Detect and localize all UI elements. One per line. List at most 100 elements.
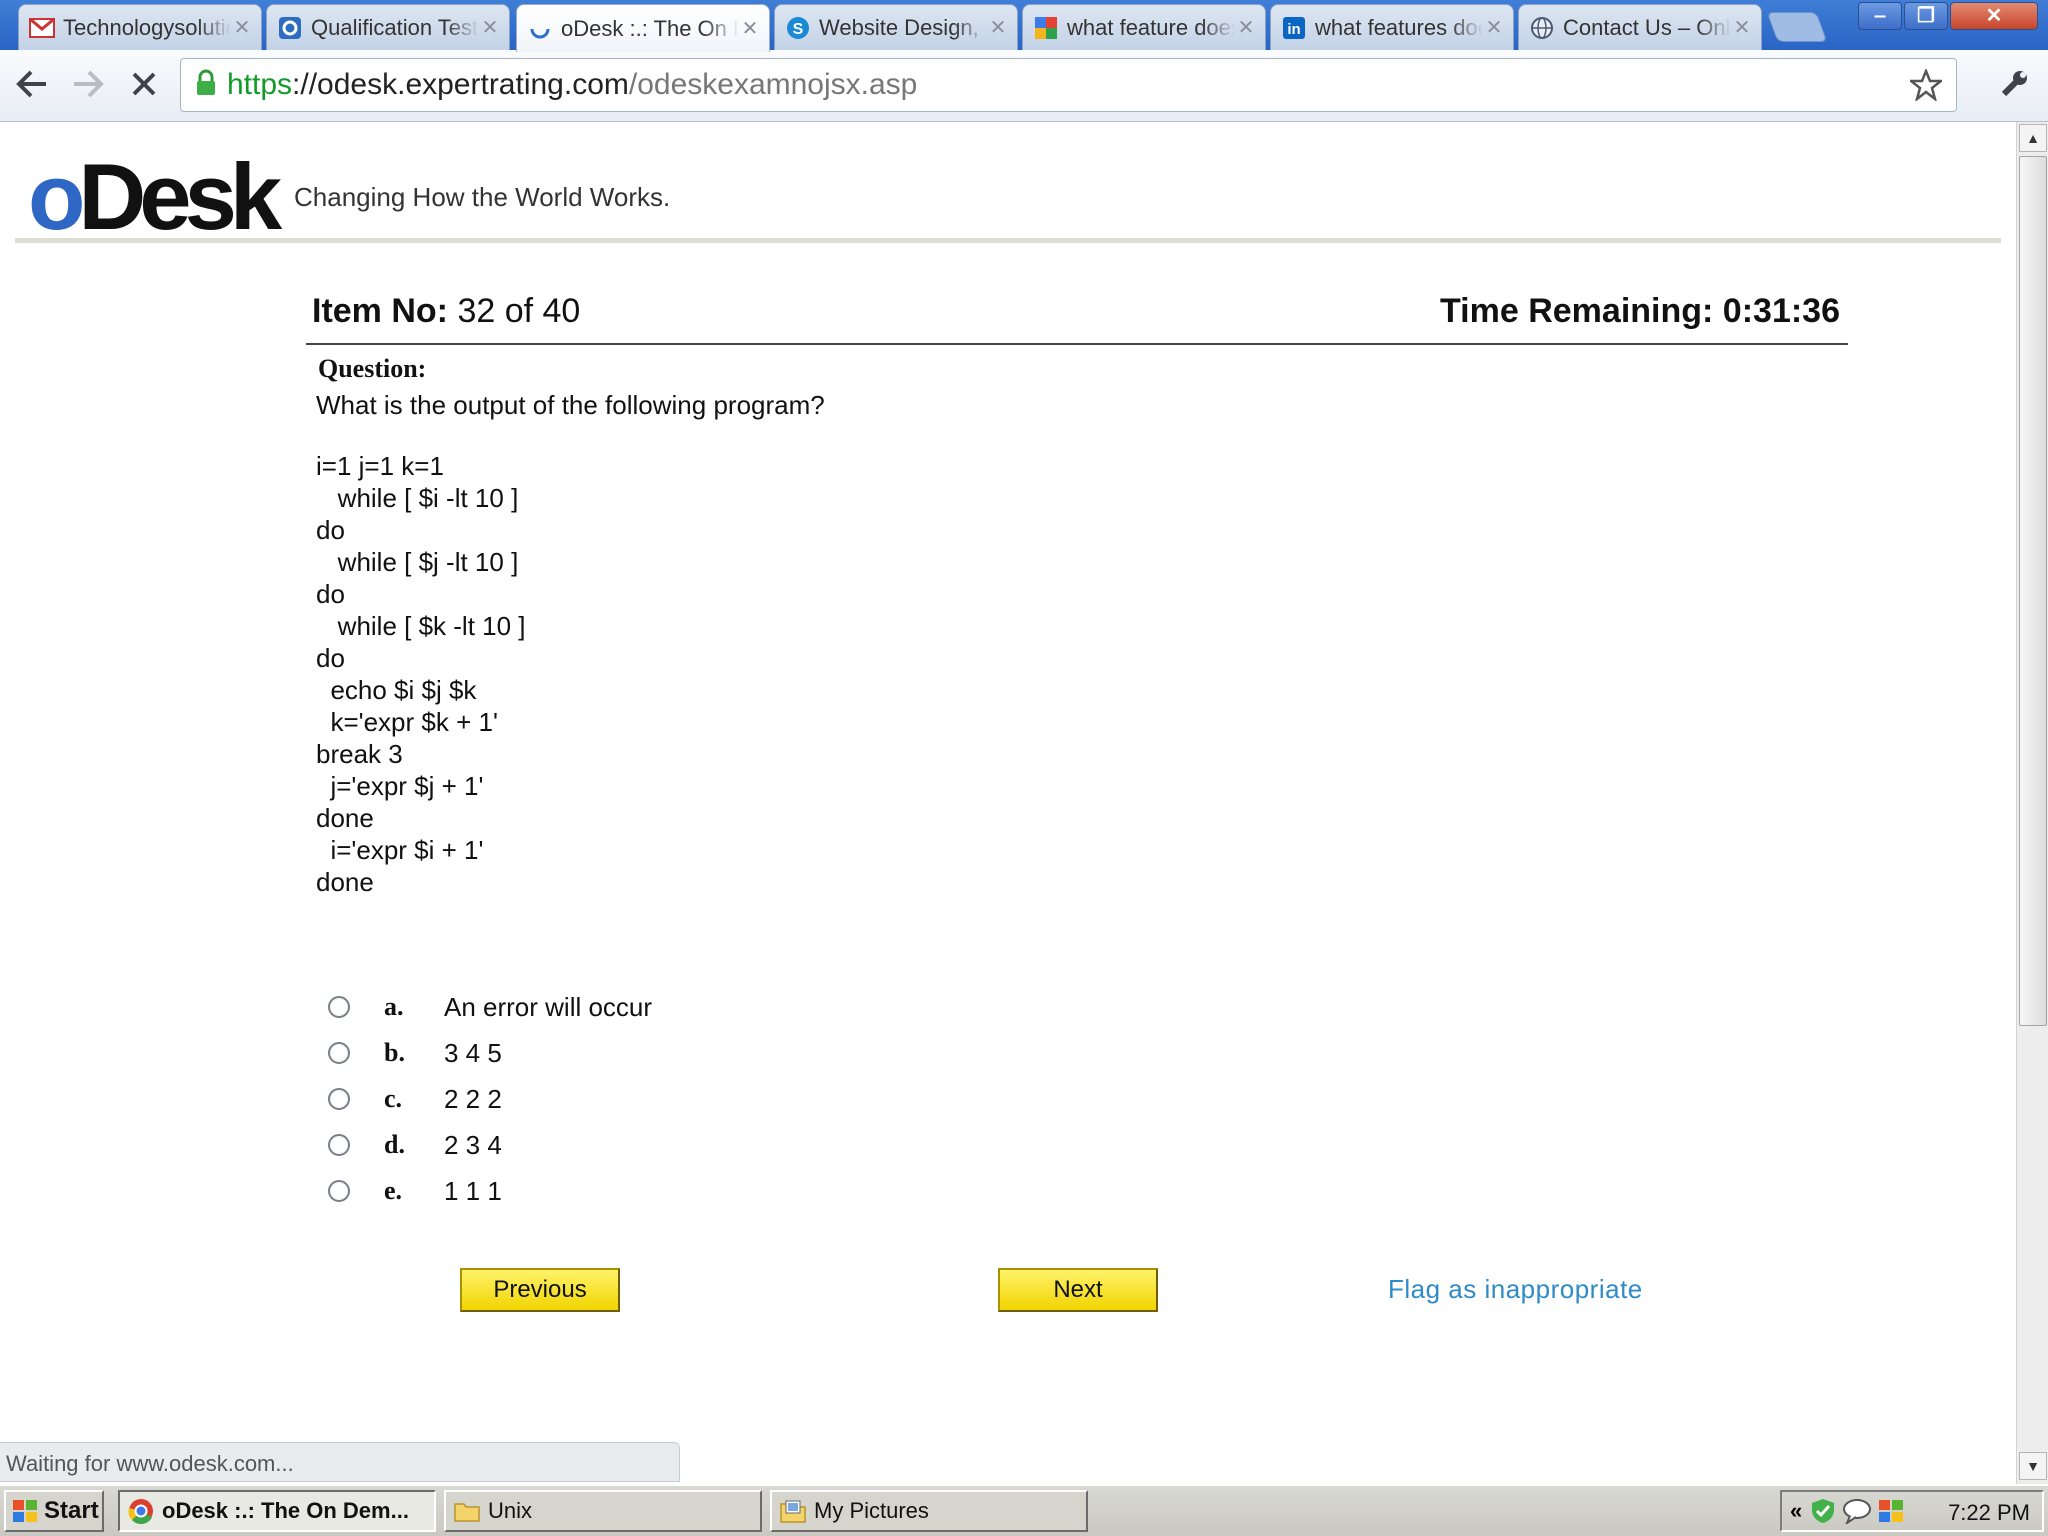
code-line: do	[316, 515, 345, 545]
answer-option-d[interactable]: d. 2 3 4	[328, 1122, 652, 1168]
next-button[interactable]: Next	[998, 1268, 1158, 1312]
radio-button[interactable]	[328, 1088, 350, 1110]
svg-text:S: S	[793, 21, 804, 38]
tab-odesk-active[interactable]: oDesk :.: The On Demand ✕	[516, 4, 770, 52]
close-tab-icon[interactable]: ✕	[739, 16, 761, 41]
item-number: Item No: 32 of 40	[312, 292, 581, 330]
tab-label: what features does	[1315, 14, 1483, 40]
show-hidden-icons-icon[interactable]: «	[1790, 1498, 1802, 1524]
code-line: i='expr $i + 1'	[316, 835, 484, 865]
answer-option-e[interactable]: e. 1 1 1	[328, 1168, 652, 1214]
radio-button[interactable]	[328, 1134, 350, 1156]
code-line: do	[316, 643, 345, 673]
code-line: j='expr $j + 1'	[316, 771, 484, 801]
option-letter: c.	[384, 1084, 403, 1113]
linkedin-icon: in	[1281, 15, 1307, 41]
code-line: while [ $k -lt 10 ]	[316, 611, 526, 641]
scrollbar-thumb[interactable]	[2019, 156, 2047, 1026]
code-line: do	[316, 579, 345, 609]
folder-icon	[454, 1498, 480, 1524]
code-line: echo $i $j $k	[316, 675, 477, 705]
tab-website-design[interactable]: S Website Design, ✕	[774, 4, 1018, 50]
windows-logo-icon	[12, 1499, 38, 1523]
answer-option-b[interactable]: b. 3 4 5	[328, 1030, 652, 1076]
taskbar-item-label: oDesk :.: The On Dem...	[162, 1498, 409, 1523]
code-block: i=1 j=1 k=1 while [ $i -lt 10 ] do while…	[316, 450, 526, 898]
google-icon	[1033, 15, 1059, 41]
option-text: 3 4 5	[444, 1037, 502, 1068]
close-tab-icon[interactable]: ✕	[1731, 15, 1753, 40]
vertical-scrollbar[interactable]: ▲ ▼	[2016, 122, 2048, 1484]
skype-icon: S	[785, 15, 811, 41]
question-label: Question:	[318, 354, 427, 383]
forward-arrow-icon[interactable]	[66, 62, 110, 106]
close-tab-icon[interactable]: ✕	[231, 15, 253, 40]
url-text: https://odesk.expertrating.com/odeskexam…	[227, 68, 918, 101]
scroll-down-arrow-icon[interactable]: ▼	[2019, 1452, 2047, 1480]
time-remaining: Time Remaining: 0:31:36	[1440, 292, 1840, 330]
close-tab-icon[interactable]: ✕	[1483, 15, 1505, 40]
tagline: Changing How the World Works.	[294, 182, 671, 212]
globe-icon	[1529, 15, 1555, 41]
browser-toolbar: https://odesk.expertrating.com/odeskexam…	[0, 50, 2048, 122]
option-letter: e.	[384, 1176, 403, 1205]
tab-contact-us[interactable]: Contact Us – Online ✕	[1518, 4, 1762, 50]
close-tab-icon[interactable]: ✕	[479, 15, 501, 40]
gmail-icon	[29, 15, 55, 41]
radio-button[interactable]	[328, 1180, 350, 1202]
tab-linkedin[interactable]: in what features does ✕	[1270, 4, 1514, 50]
stop-loading-icon[interactable]	[122, 62, 166, 106]
tab-label: Technologysolutions	[63, 14, 231, 40]
question-divider	[306, 343, 1848, 345]
wrench-menu-icon[interactable]	[1992, 62, 2036, 106]
tab-qualification-test[interactable]: Qualification Test ✕	[266, 4, 510, 50]
start-label: Start	[44, 1497, 99, 1524]
radio-button[interactable]	[328, 996, 350, 1018]
pictures-folder-icon	[780, 1498, 806, 1524]
close-tab-icon[interactable]: ✕	[987, 15, 1009, 40]
code-line: break 3	[316, 739, 403, 769]
address-bar[interactable]: https://odesk.expertrating.com/odeskexam…	[180, 58, 1957, 112]
restore-icon[interactable]: ❐	[1904, 2, 1948, 30]
code-line: while [ $i -lt 10 ]	[316, 483, 519, 513]
page-content: oDesk Changing How the World Works. Item…	[0, 122, 2016, 1484]
bookmark-star-icon[interactable]	[1907, 67, 1945, 106]
code-line: while [ $j -lt 10 ]	[316, 547, 519, 577]
taskbar-item-unix[interactable]: Unix	[444, 1490, 762, 1532]
tab-label: Website Design,	[819, 14, 979, 40]
close-tab-icon[interactable]: ✕	[1235, 15, 1257, 40]
radio-button[interactable]	[328, 1042, 350, 1064]
windows-flag-icon[interactable]	[1878, 1499, 1904, 1523]
browser-window: Technologysolutions ✕ Qualification Test…	[0, 0, 2048, 1536]
scroll-up-arrow-icon[interactable]: ▲	[2019, 124, 2047, 152]
odesk-logo[interactable]: oDesk	[28, 150, 282, 244]
taskbar-item-label: My Pictures	[814, 1498, 929, 1523]
previous-button[interactable]: Previous	[460, 1268, 620, 1312]
option-text: 2 2 2	[444, 1083, 502, 1114]
security-shield-icon[interactable]	[1810, 1498, 1836, 1524]
tab-label: Qualification Test	[311, 14, 479, 40]
minimize-icon[interactable]: ‒	[1858, 2, 1902, 30]
tab-google-search[interactable]: what feature does ✕	[1022, 4, 1266, 50]
taskbar-item-label: Unix	[488, 1498, 533, 1523]
tab-gmail[interactable]: Technologysolutions ✕	[18, 4, 262, 50]
option-text: 2 3 4	[444, 1129, 502, 1160]
back-arrow-icon[interactable]	[10, 62, 54, 106]
svg-text:in: in	[1287, 21, 1300, 38]
answer-option-a[interactable]: a. An error will occur	[328, 984, 652, 1030]
code-line: i=1 j=1 k=1	[316, 451, 444, 481]
code-line: done	[316, 803, 374, 833]
new-tab-button[interactable]	[1766, 12, 1828, 42]
option-letter: b.	[384, 1038, 405, 1067]
chat-bubble-icon[interactable]	[1842, 1498, 1872, 1524]
flag-inappropriate-link[interactable]: Flag as inappropriate	[1388, 1274, 1643, 1305]
tab-label: Contact Us – Online	[1563, 14, 1731, 40]
answer-option-c[interactable]: c. 2 2 2	[328, 1076, 652, 1122]
taskbar-item-my-pictures[interactable]: My Pictures	[770, 1490, 1088, 1532]
clock: 7:22 PM	[1948, 1500, 2030, 1525]
start-button[interactable]: Start	[4, 1490, 104, 1532]
close-window-icon[interactable]: ✕	[1950, 2, 2038, 30]
taskbar-item-odesk[interactable]: oDesk :.: The On Dem...	[118, 1490, 436, 1532]
taskbar: Start oDesk :.: The On Dem... Unix My Pi…	[0, 1484, 2048, 1536]
odesk-tab-icon	[277, 15, 303, 41]
